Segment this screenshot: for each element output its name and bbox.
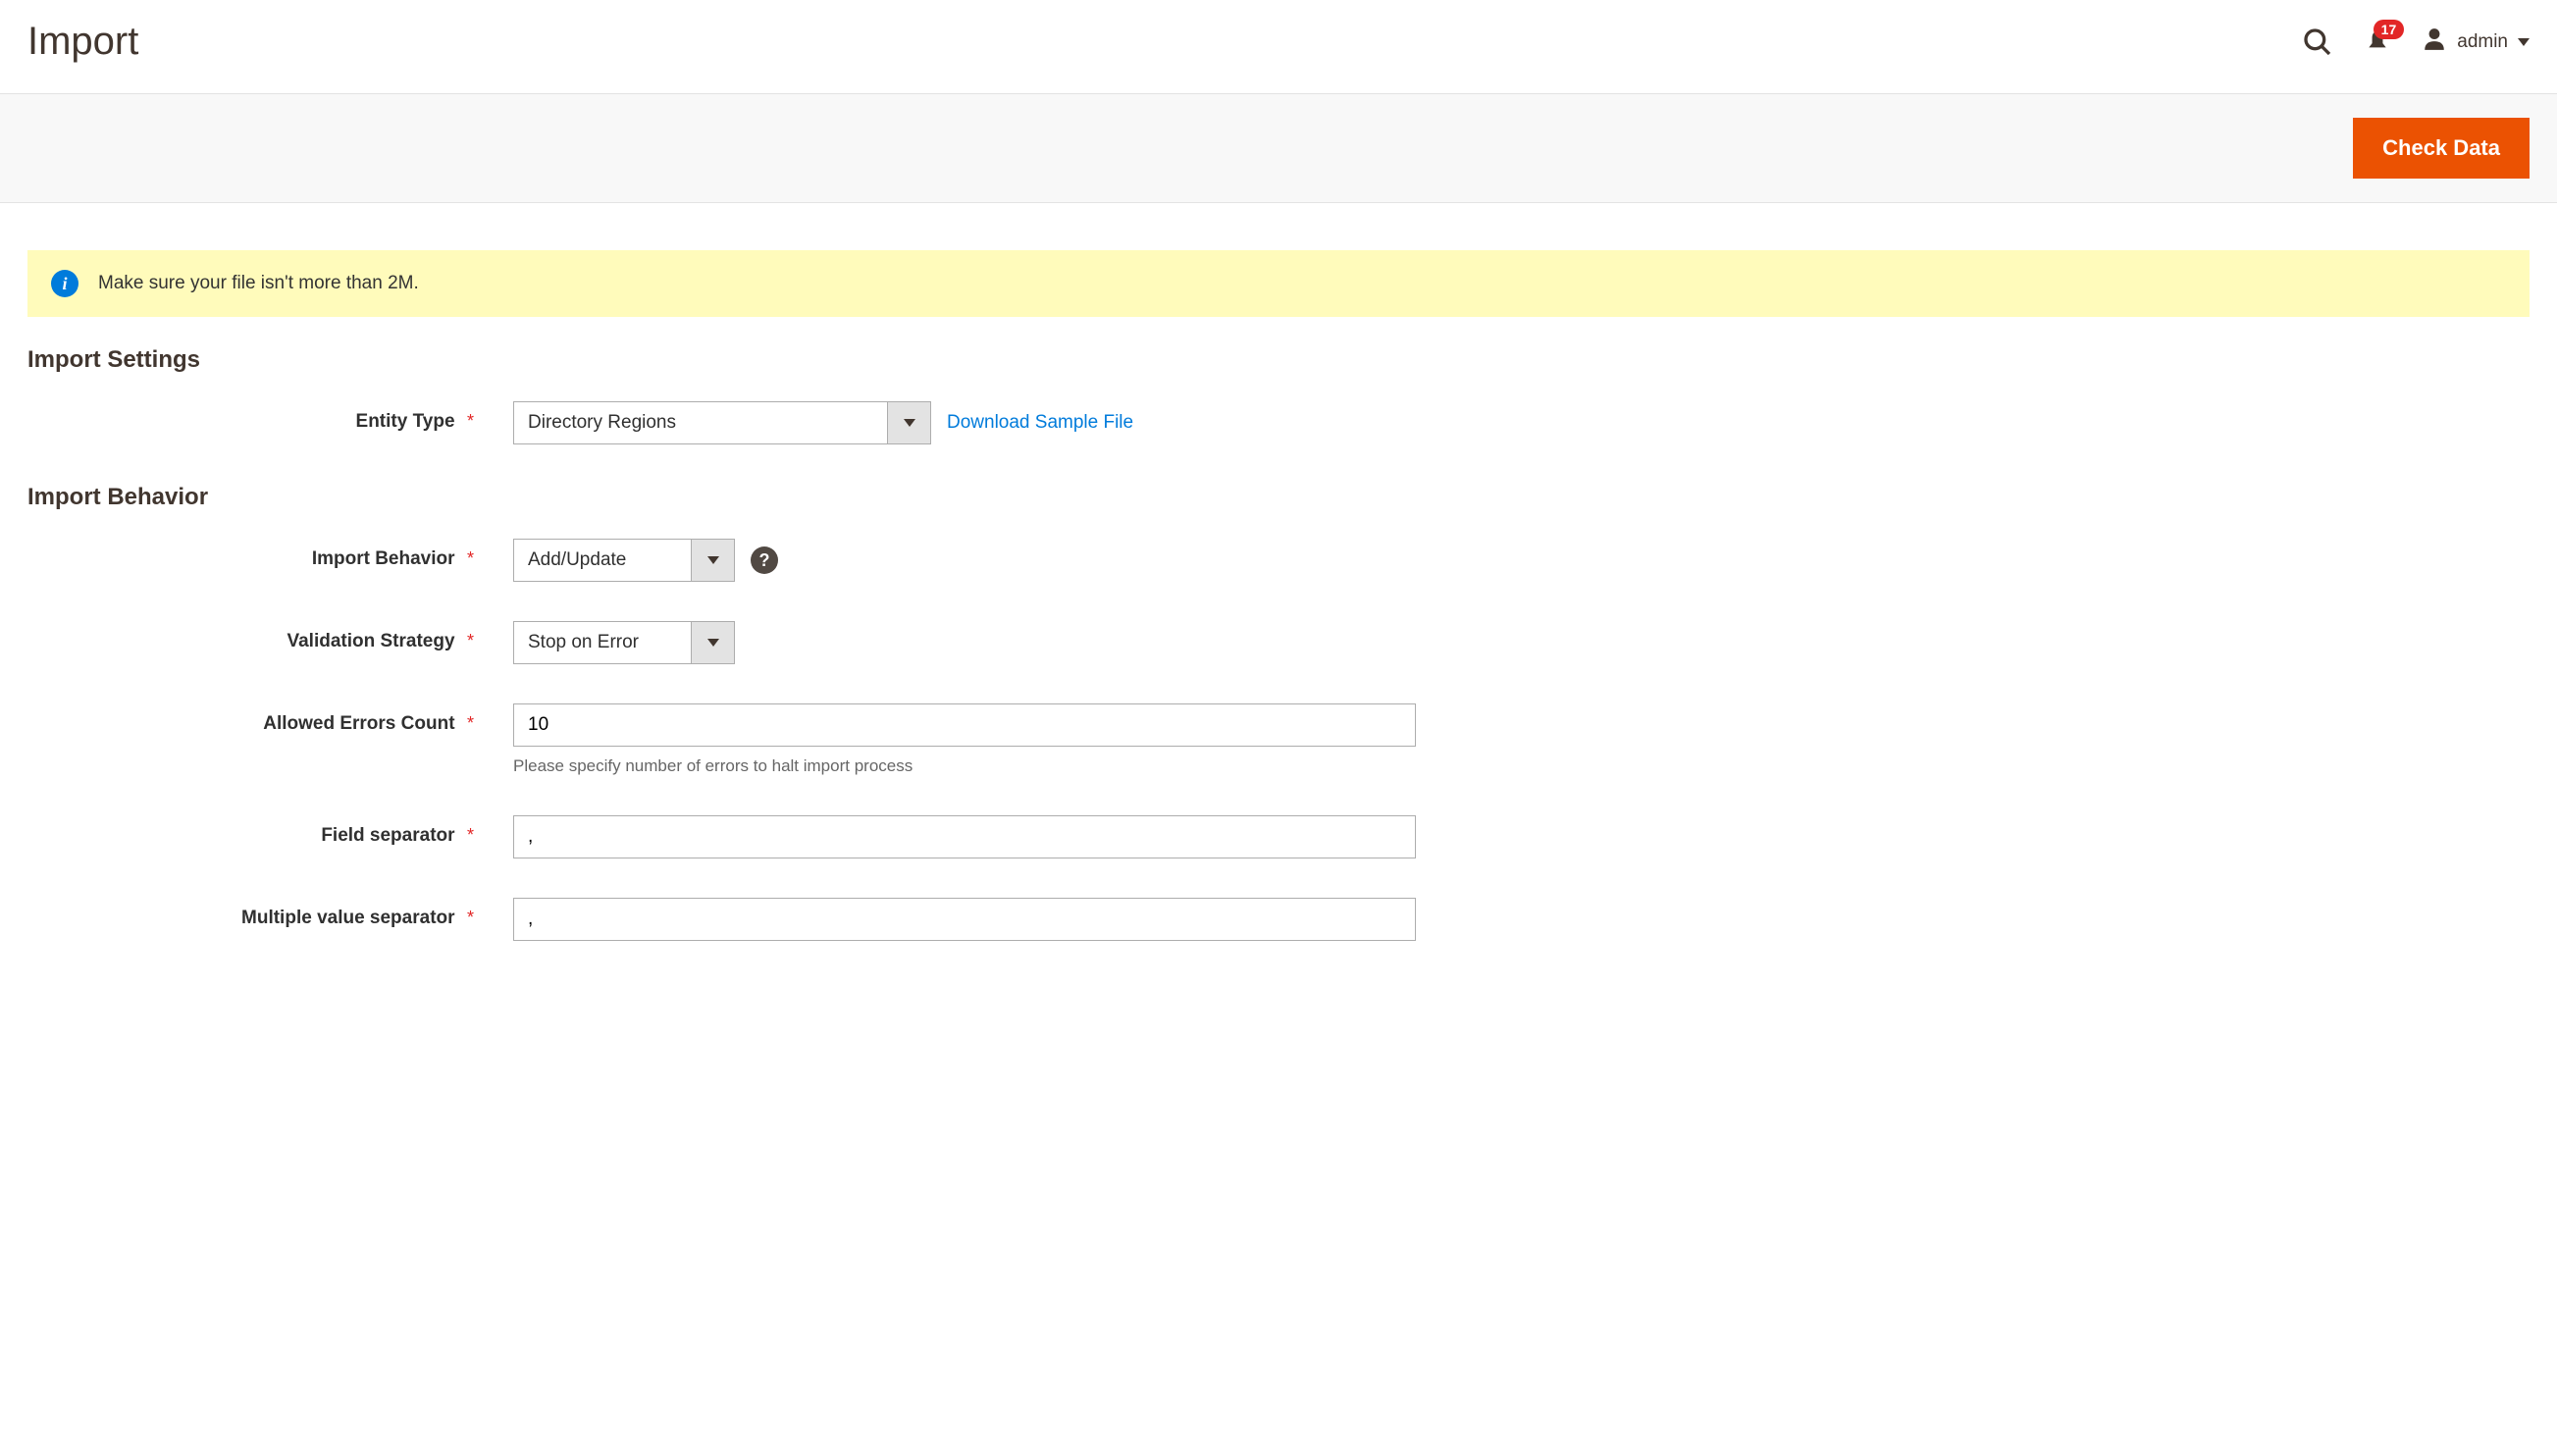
field-separator-input[interactable] [513,815,1416,858]
required-mark: * [467,631,474,650]
required-mark: * [467,825,474,845]
import-behavior-value: Add/Update [514,540,691,581]
chevron-down-icon [2518,38,2530,46]
multiple-value-separator-input[interactable] [513,898,1416,941]
validation-strategy-value: Stop on Error [514,622,691,663]
field-allowed-errors: Allowed Errors Count * Please specify nu… [27,703,2530,776]
entity-type-select[interactable]: Directory Regions [513,401,931,444]
info-icon: i [51,270,78,297]
section-import-behavior-title: Import Behavior [27,484,2530,511]
page-header: Import 17 admin [27,0,2530,93]
validation-strategy-select[interactable]: Stop on Error [513,621,735,664]
required-mark: * [467,548,474,568]
notifications-icon[interactable]: 17 [2365,29,2390,55]
import-behavior-select[interactable]: Add/Update [513,539,735,582]
page-title: Import [27,20,138,64]
allowed-errors-label: Allowed Errors Count [263,713,454,734]
field-multiple-value-separator: Multiple value separator * [27,898,2530,941]
entity-type-label: Entity Type [356,411,455,432]
field-separator-label: Field separator [321,825,454,846]
field-import-behavior: Import Behavior * Add/Update ? [27,539,2530,582]
user-icon [2422,26,2447,57]
chevron-down-icon [887,402,930,443]
notice-text: Make sure your file isn't more than 2M. [98,273,419,294]
section-import-settings-title: Import Settings [27,346,2530,374]
field-entity-type: Entity Type * Directory Regions Download… [27,401,2530,444]
header-actions: 17 admin [2302,26,2530,58]
required-mark: * [467,908,474,927]
required-mark: * [467,411,474,431]
field-field-separator: Field separator * [27,815,2530,858]
allowed-errors-help: Please specify number of errors to halt … [513,756,1416,776]
required-mark: * [467,713,474,733]
import-behavior-label: Import Behavior [312,548,455,569]
multiple-value-separator-label: Multiple value separator [241,908,455,928]
download-sample-link[interactable]: Download Sample File [947,412,1133,434]
chevron-down-icon [691,540,734,581]
allowed-errors-input[interactable] [513,703,1416,747]
check-data-button[interactable]: Check Data [2353,118,2530,179]
user-menu[interactable]: admin [2422,26,2530,57]
chevron-down-icon [691,622,734,663]
field-validation-strategy: Validation Strategy * Stop on Error [27,621,2530,664]
entity-type-value: Directory Regions [514,402,887,443]
user-name-label: admin [2457,31,2508,53]
validation-strategy-label: Validation Strategy [287,631,454,651]
search-icon[interactable] [2302,26,2333,58]
action-bar: Check Data [0,93,2557,203]
help-icon[interactable]: ? [751,546,778,574]
notifications-badge: 17 [2374,20,2405,40]
file-size-notice: i Make sure your file isn't more than 2M… [27,250,2530,317]
